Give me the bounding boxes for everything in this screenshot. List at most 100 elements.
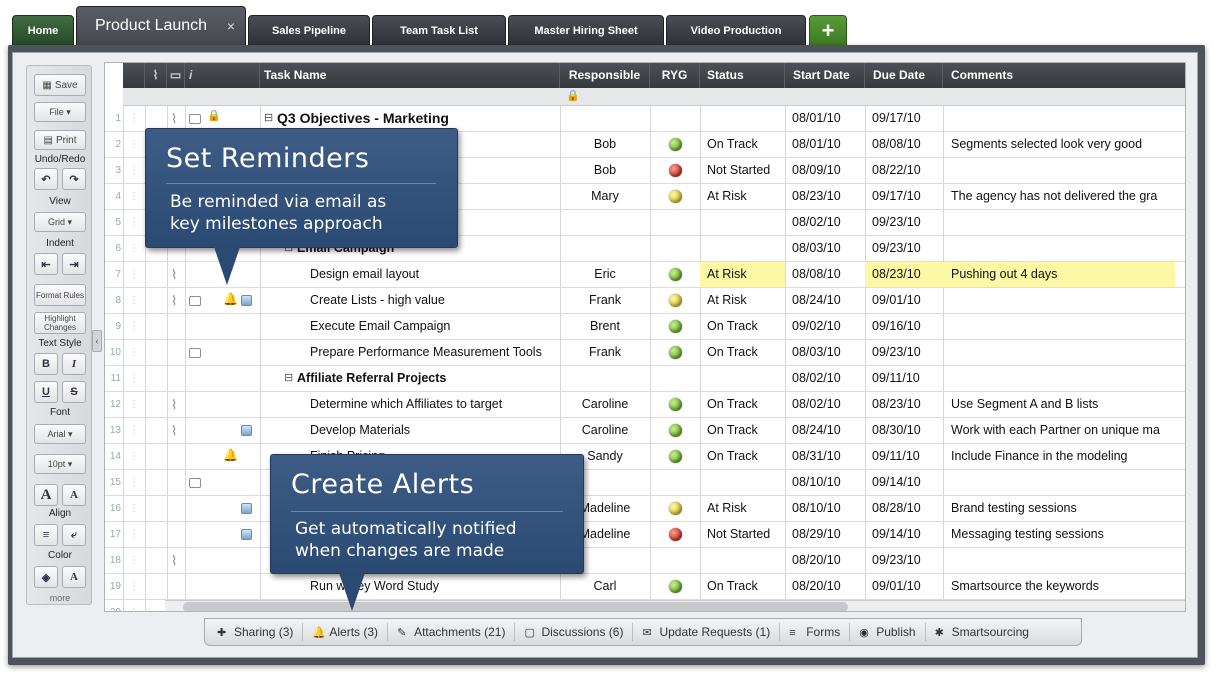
drag-handle-icon[interactable]: ⋮ bbox=[129, 444, 139, 469]
fill-color-icon[interactable]: ◈ bbox=[34, 566, 58, 588]
due-date-cell[interactable]: 09/23/10 bbox=[865, 236, 943, 261]
drag-handle-icon[interactable]: ⋮ bbox=[129, 470, 139, 495]
responsible-cell[interactable]: Frank bbox=[560, 288, 650, 313]
drag-handle-icon[interactable]: ⋮ bbox=[129, 262, 139, 287]
status-cell[interactable]: Not Started bbox=[700, 158, 785, 183]
bottom-tab[interactable]: ◉ Publish bbox=[850, 623, 926, 641]
status-cell[interactable] bbox=[700, 106, 785, 131]
responsible-cell[interactable]: Carl bbox=[560, 574, 650, 599]
grid-view-dropdown[interactable]: Grid ▾ bbox=[34, 212, 86, 232]
responsible-cell[interactable] bbox=[560, 366, 650, 391]
font-family-dropdown[interactable]: Arial ▾ bbox=[34, 424, 86, 444]
tab-product-launch[interactable]: Product Launch × bbox=[76, 6, 246, 46]
underline-button[interactable]: U bbox=[34, 381, 58, 403]
comments-cell[interactable] bbox=[943, 548, 1185, 573]
comments-cell[interactable]: The agency has not delivered the gra bbox=[943, 184, 1185, 209]
attachment-icon[interactable]: ⌇ bbox=[171, 392, 177, 417]
status-cell[interactable]: On Track bbox=[700, 574, 785, 599]
start-date-cell[interactable]: 08/20/10 bbox=[785, 574, 865, 599]
start-date-cell[interactable]: 08/02/10 bbox=[785, 392, 865, 417]
start-date-cell[interactable]: 08/01/10 bbox=[785, 132, 865, 157]
responsible-cell[interactable]: Bob bbox=[560, 132, 650, 157]
comments-cell[interactable]: Pushing out 4 days bbox=[943, 262, 1175, 287]
task-name-cell[interactable]: Prepare Performance Measurement Tools bbox=[310, 340, 558, 365]
table-row[interactable]: 15 ⋮ 08/10/10 09/14/10 bbox=[105, 470, 1185, 496]
table-row[interactable]: 7 ⋮ ⌇ Design email layout Eric At Risk 08/08/1… bbox=[105, 262, 1185, 288]
status-cell[interactable]: On Track bbox=[700, 444, 785, 469]
start-date-cell[interactable]: 08/02/10 bbox=[785, 210, 865, 235]
due-date-cell[interactable]: 09/17/10 bbox=[865, 106, 943, 131]
start-date-cell[interactable]: 08/10/10 bbox=[785, 496, 865, 521]
responsible-cell[interactable]: Frank bbox=[560, 340, 650, 365]
task-name-cell[interactable]: Affiliate Referral Projects bbox=[297, 366, 558, 391]
format-rules-button[interactable]: Format Rules bbox=[34, 284, 86, 306]
decrease-font-icon[interactable]: A bbox=[62, 484, 86, 506]
bottom-tab[interactable]: ✉ Update Requests (1) bbox=[633, 623, 781, 641]
comments-cell[interactable] bbox=[943, 340, 1185, 365]
bottom-tab[interactable]: ✚ Sharing (3) bbox=[205, 623, 304, 641]
comments-cell[interactable]: Segments selected look very good bbox=[943, 132, 1185, 157]
indent-icon[interactable]: ⇥ bbox=[62, 253, 86, 275]
ryg-status-dot[interactable] bbox=[669, 398, 682, 411]
responsible-cell[interactable] bbox=[560, 106, 650, 131]
alert-icon[interactable] bbox=[241, 295, 252, 306]
bottom-tab[interactable]: 🔔 Alerts (3) bbox=[303, 623, 389, 641]
task-name-cell[interactable]: Create Lists - high value bbox=[310, 288, 558, 313]
responsible-cell[interactable]: Bob bbox=[560, 158, 650, 183]
discussion-icon[interactable] bbox=[189, 296, 201, 306]
due-date-cell[interactable]: 08/23/10 bbox=[865, 392, 943, 417]
ryg-status-dot[interactable] bbox=[669, 294, 682, 307]
ryg-status-dot[interactable] bbox=[669, 268, 682, 281]
drag-handle-icon[interactable]: ⋮ bbox=[129, 600, 139, 611]
comments-cell[interactable]: Work with each Partner on unique ma bbox=[943, 418, 1185, 443]
due-date-cell[interactable]: 09/23/10 bbox=[865, 340, 943, 365]
file-menu-button[interactable]: File ▾ bbox=[34, 102, 86, 122]
bold-button[interactable]: B bbox=[34, 353, 58, 375]
start-date-cell[interactable]: 08/01/10 bbox=[785, 106, 865, 131]
increase-font-icon[interactable]: A bbox=[34, 484, 58, 506]
status-cell[interactable]: On Track bbox=[700, 314, 785, 339]
ryg-status-dot[interactable] bbox=[669, 424, 682, 437]
tab-team-task-list[interactable]: Team Task List bbox=[372, 15, 506, 46]
wrap-text-icon[interactable]: ⤶ bbox=[62, 524, 86, 546]
start-date-cell[interactable]: 08/29/10 bbox=[785, 522, 865, 547]
alert-icon[interactable] bbox=[241, 529, 252, 540]
table-row[interactable]: 17 ⋮ Madeline Not Started 08/29/10 09/14/10 Me… bbox=[105, 522, 1185, 548]
task-name-cell[interactable]: Determine which Affiliates to target bbox=[310, 392, 558, 417]
discussion-icon[interactable] bbox=[189, 348, 201, 358]
comments-cell[interactable] bbox=[943, 158, 1185, 183]
status-cell[interactable] bbox=[700, 366, 785, 391]
alert-icon[interactable] bbox=[241, 503, 252, 514]
task-name-cell[interactable]: Develop Materials bbox=[310, 418, 558, 443]
due-date-cell[interactable]: 08/30/10 bbox=[865, 418, 943, 443]
table-row[interactable]: 16 ⋮ Madeline At Risk 08/10/10 08/28/10 Brand … bbox=[105, 496, 1185, 522]
status-cell[interactable] bbox=[700, 548, 785, 573]
horizontal-scroll-thumb[interactable] bbox=[183, 602, 848, 611]
start-date-cell[interactable]: 08/03/10 bbox=[785, 236, 865, 261]
status-cell[interactable]: On Track bbox=[700, 392, 785, 417]
due-date-cell[interactable]: 09/23/10 bbox=[865, 548, 943, 573]
responsible-cell[interactable] bbox=[560, 210, 650, 235]
undo-icon[interactable]: ↶ bbox=[34, 168, 58, 190]
ryg-status-dot[interactable] bbox=[669, 580, 682, 593]
status-cell[interactable]: On Track bbox=[700, 418, 785, 443]
status-cell[interactable]: On Track bbox=[700, 340, 785, 365]
drag-handle-icon[interactable]: ⋮ bbox=[129, 210, 139, 235]
align-left-icon[interactable]: ≡ bbox=[34, 524, 58, 546]
due-date-cell[interactable]: 08/22/10 bbox=[865, 158, 943, 183]
comments-header[interactable]: Comments bbox=[943, 63, 1185, 88]
due-date-cell[interactable]: 09/01/10 bbox=[865, 288, 943, 313]
strikethrough-button[interactable]: S bbox=[62, 381, 86, 403]
comments-cell[interactable] bbox=[943, 288, 1185, 313]
more-toolbar-button[interactable]: more bbox=[27, 593, 91, 603]
due-date-cell[interactable]: 09/11/10 bbox=[865, 366, 943, 391]
ryg-status-dot[interactable] bbox=[669, 450, 682, 463]
drag-handle-icon[interactable]: ⋮ bbox=[129, 366, 139, 391]
drag-handle-icon[interactable]: ⋮ bbox=[129, 314, 139, 339]
start-date-cell[interactable]: 08/23/10 bbox=[785, 184, 865, 209]
responsible-cell[interactable]: Mary bbox=[560, 184, 650, 209]
drag-handle-icon[interactable]: ⋮ bbox=[129, 574, 139, 599]
horizontal-scrollbar[interactable] bbox=[165, 600, 1185, 611]
due-date-cell[interactable]: 08/08/10 bbox=[865, 132, 943, 157]
responsible-cell[interactable]: Eric bbox=[560, 262, 650, 287]
